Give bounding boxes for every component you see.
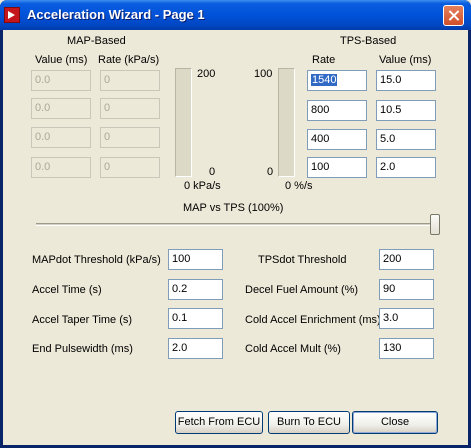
cold-accel-enrichment-field[interactable]: 3.0: [379, 308, 434, 329]
param-right-label-2: Decel Fuel Amount (%): [245, 284, 359, 296]
map-rate-field-4[interactable]: 0: [100, 157, 160, 178]
tps-rate-field-1[interactable]: 1540: [307, 70, 367, 91]
mapdot-threshold-field[interactable]: 100: [168, 249, 223, 270]
param-right-label-1: TPSdot Threshold: [258, 254, 347, 266]
tps-bar-min: 0: [267, 166, 274, 178]
map-value-field-2[interactable]: 0.0: [31, 98, 91, 119]
tps-rate-field-3[interactable]: 400: [307, 129, 367, 150]
map-rate-field-3[interactable]: 0: [100, 127, 160, 148]
param-left-label-1: MAPdot Threshold (kPa/s): [32, 254, 161, 266]
param-right-label-3: Cold Accel Enrichment (ms): [245, 314, 381, 326]
map-rate-bar: [175, 68, 192, 177]
tps-value-field-3[interactable]: 5.0: [376, 129, 436, 150]
accel-time-field[interactable]: 0.2: [168, 279, 223, 300]
map-vs-tps-slider-track[interactable]: [36, 223, 440, 226]
dialog-body: MAP-Based Value (ms) Rate (kPa/s) 0.0 0 …: [3, 30, 468, 445]
tps-rate-field-1-text: 1540: [311, 74, 338, 86]
map-heading: MAP-Based: [67, 35, 126, 47]
map-rate-field-2[interactable]: 0: [100, 98, 160, 119]
map-bar-min: 0: [209, 166, 216, 178]
map-col-rate: Rate (kPa/s): [98, 54, 160, 66]
param-left-label-4: End Pulsewidth (ms): [32, 343, 133, 355]
accel-taper-time-field[interactable]: 0.1: [168, 308, 223, 329]
window-title: Acceleration Wizard - Page 1: [27, 7, 205, 22]
param-right-label-4: Cold Accel Mult (%): [245, 343, 341, 355]
end-pulsewidth-field[interactable]: 2.0: [168, 338, 223, 359]
title-bar[interactable]: Acceleration Wizard - Page 1: [0, 0, 471, 30]
tps-heading: TPS-Based: [340, 35, 397, 47]
dialog-window: Acceleration Wizard - Page 1 MAP-Based V…: [0, 0, 471, 448]
map-vs-tps-slider-thumb[interactable]: [430, 214, 440, 235]
map-value-field-1[interactable]: 0.0: [31, 70, 91, 91]
burn-to-ecu-button[interactable]: Burn To ECU: [268, 411, 350, 434]
close-window-button[interactable]: [443, 5, 464, 26]
tps-bar-max: 100: [254, 68, 273, 80]
tps-value-field-4[interactable]: 2.0: [376, 157, 436, 178]
map-rate-field-1[interactable]: 0: [100, 70, 160, 91]
tps-col-rate: Rate: [312, 54, 336, 66]
fetch-from-ecu-button[interactable]: Fetch From ECU: [175, 411, 263, 434]
map-value-field-3[interactable]: 0.0: [31, 127, 91, 148]
slider-label: MAP vs TPS (100%): [183, 202, 284, 214]
decel-fuel-amount-field[interactable]: 90: [379, 279, 434, 300]
tps-rate-field-4[interactable]: 100: [307, 157, 367, 178]
tps-col-value: Value (ms): [379, 54, 432, 66]
tpsdot-threshold-field[interactable]: 200: [379, 249, 434, 270]
map-value-field-4[interactable]: 0.0: [31, 157, 91, 178]
cold-accel-mult-field[interactable]: 130: [379, 338, 434, 359]
map-bar-unit: 0 kPa/s: [184, 180, 221, 192]
app-icon: [4, 7, 20, 23]
map-col-value: Value (ms): [35, 54, 88, 66]
tps-rate-field-2[interactable]: 800: [307, 100, 367, 121]
param-left-label-2: Accel Time (s): [32, 284, 102, 296]
tps-bar-unit: 0 %/s: [285, 180, 313, 192]
tps-value-field-2[interactable]: 10.5: [376, 100, 436, 121]
param-left-label-3: Accel Taper Time (s): [32, 314, 133, 326]
map-bar-max: 200: [197, 68, 216, 80]
close-button[interactable]: Close: [352, 411, 438, 434]
tps-rate-bar: [278, 68, 295, 177]
tps-value-field-1[interactable]: 15.0: [376, 70, 436, 91]
